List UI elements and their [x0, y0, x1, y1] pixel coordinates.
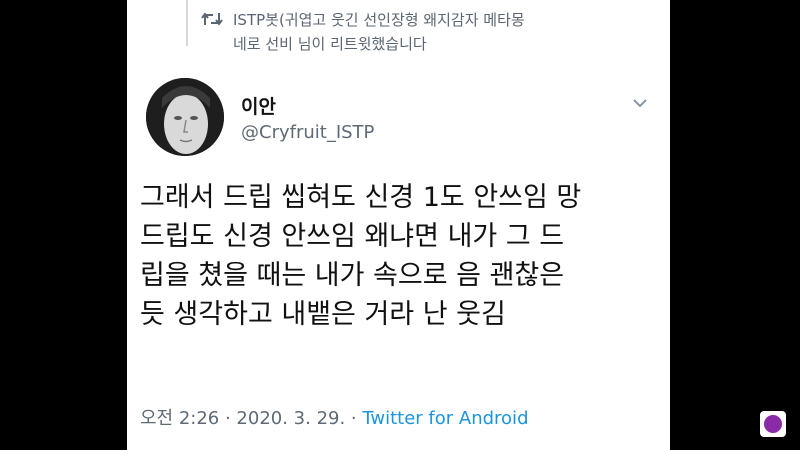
tweet-card: ISTP봇(귀엽고 웃긴 선인장형 왜지감자 메타몽 네로 선비 님이 리트윗했… — [127, 0, 670, 450]
retweet-context: ISTP봇(귀엽고 웃긴 선인장형 왜지감자 메타몽 네로 선비 님이 리트윗했… — [201, 8, 541, 56]
tweet-text-line: 립을 쳤을 때는 내가 속으로 음 괜찮은 — [140, 260, 565, 291]
tweet-source-link[interactable]: Twitter for Android — [362, 408, 528, 429]
avatar[interactable] — [146, 78, 224, 156]
tweet-text-line: 듯 생각하고 내뱉은 거라 난 웃김 — [140, 299, 506, 330]
retweet-label[interactable]: ISTP봇(귀엽고 웃긴 선인장형 왜지감자 메타몽 네로 선비 님이 리트윗했… — [233, 8, 541, 56]
chevron-down-icon[interactable] — [632, 94, 648, 108]
tweet-timestamp[interactable]: 오전 2:26 · 2020. 3. 29. · — [140, 408, 362, 429]
tweet-meta: 오전 2:26 · 2020. 3. 29. · Twitter for And… — [140, 404, 529, 430]
tweet-text-line: 드립도 신경 안쓰임 왜냐면 내가 그 드 — [140, 221, 565, 252]
author-handle[interactable]: @Cryfruit_ISTP — [241, 122, 374, 143]
author-name[interactable]: 이안 — [241, 92, 276, 119]
channel-logo-icon — [760, 411, 786, 437]
thread-line — [186, 0, 188, 46]
tweet-text-line: 그래서 드립 씹혀도 신경 1도 안쓰임 망 — [140, 182, 582, 213]
tweet-text: 그래서 드립 씹혀도 신경 1도 안쓰임 망 드립도 신경 안쓰임 왜냐면 내가… — [140, 178, 660, 334]
retweet-icon — [201, 10, 225, 35]
